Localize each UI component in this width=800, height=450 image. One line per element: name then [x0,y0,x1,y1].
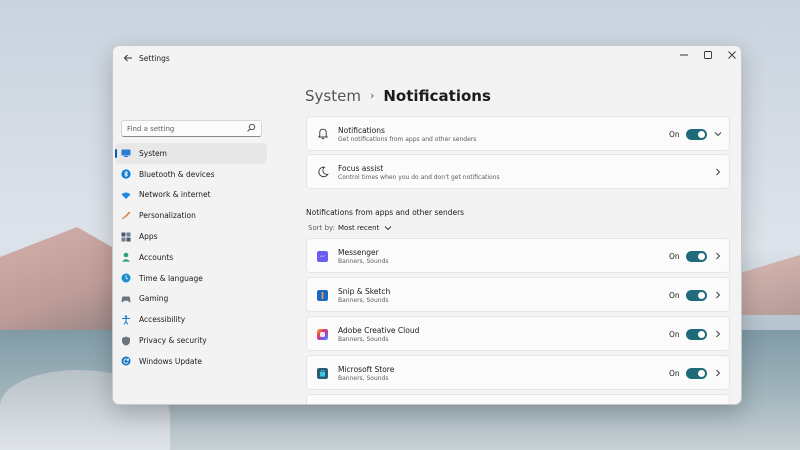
maximize-button[interactable] [699,50,717,66]
notifications-subtitle: Get notifications from apps and other se… [338,136,477,143]
sort-value: Most recent [338,224,380,232]
breadcrumb-separator: › [369,89,375,102]
notifications-title: Notifications [338,126,385,135]
chevron-right-icon[interactable] [714,330,722,338]
app-name: Messenger [338,248,379,257]
sidebar-item-label: System [139,148,167,158]
app-row-adobe-creative-cloud[interactable]: Adobe Creative Cloud Banners, Sounds On [306,316,730,351]
snip-sketch-icon [317,290,328,301]
wifi-icon [121,192,131,199]
notifications-toggle-label: On [669,130,680,139]
app-detail: Banners, Sounds [338,336,389,343]
app-toggle[interactable] [686,251,707,262]
app-detail: Banners, Sounds [338,297,389,304]
breadcrumb-parent[interactable]: System [305,87,361,105]
chevron-right-icon[interactable] [714,252,722,260]
sidebar-item-network[interactable]: Network & internet [115,185,267,206]
app-toggle-label: On [669,330,680,339]
sidebar-item-label: Apps [139,232,158,242]
chevron-right-icon[interactable] [714,369,722,377]
title-bar: Settings [113,46,741,74]
store-icon [317,368,328,379]
sidebar-item-time-language[interactable]: Time & language [115,268,267,289]
sidebar-item-privacy[interactable]: Privacy & security [115,330,267,351]
brush-icon [122,211,131,220]
sidebar-item-personalization[interactable]: Personalization [115,205,267,226]
app-name: Adobe Creative Cloud [338,326,420,335]
search-icon[interactable] [246,123,256,133]
sidebar-item-bluetooth[interactable]: Bluetooth & devices [115,164,267,185]
sidebar-item-apps[interactable]: Apps [115,226,267,247]
desktop-hill-right [740,255,800,315]
search-input[interactable] [127,122,242,135]
monitor-icon [121,149,131,158]
sidebar-item-label: Gaming [139,294,169,304]
sidebar-item-system[interactable]: System [115,143,267,164]
app-toggle-label: On [669,369,680,378]
focus-assist-subtitle: Control times when you do and don't get … [338,174,500,181]
sidebar-item-accessibility[interactable]: Accessibility [115,309,267,330]
notifications-setting-card[interactable]: Notifications Get notifications from app… [306,116,730,151]
app-row-snip-sketch[interactable]: Snip & Sketch Banners, Sounds On [306,277,730,312]
sidebar-item-label: Privacy & security [139,336,207,346]
person-icon [121,253,131,262]
creative-cloud-icon [317,329,328,340]
sidebar-item-label: Accounts [139,252,174,262]
sidebar-nav: System Bluetooth & devices Network & int… [115,143,267,372]
sidebar-item-label: Bluetooth & devices [139,169,215,179]
sidebar-item-label: Time & language [139,273,203,283]
app-toggle[interactable] [686,290,707,301]
moon-icon [318,166,329,178]
app-row-partial[interactable] [306,394,730,404]
maximize-icon [704,51,712,59]
app-toggle-label: On [669,252,680,261]
messenger-icon [317,251,328,262]
controller-icon [121,296,131,303]
chevron-down-icon [385,226,392,231]
page-title: Notifications [383,87,491,105]
close-icon [728,51,736,59]
minimize-button[interactable] [675,50,693,66]
app-row-microsoft-store[interactable]: Microsoft Store Banners, Sounds On [306,355,730,390]
app-detail: Banners, Sounds [338,375,389,382]
window-title: Settings [139,54,170,63]
chevron-right-icon[interactable] [714,168,722,176]
sidebar-item-gaming[interactable]: Gaming [115,289,267,310]
app-toggle[interactable] [686,329,707,340]
search-box[interactable] [121,120,262,137]
bluetooth-icon [121,169,131,179]
sidebar-item-accounts[interactable]: Accounts [115,247,267,268]
app-detail: Banners, Sounds [338,258,389,265]
app-row-messenger[interactable]: Messenger Banners, Sounds On [306,238,730,273]
bell-icon [317,128,329,140]
minimize-icon [680,54,688,56]
sort-dropdown[interactable]: Sort by: Most recent [308,224,392,232]
app-name: Snip & Sketch [338,287,391,296]
sidebar-item-label: Accessibility [139,315,186,325]
back-button[interactable] [121,53,135,67]
breadcrumb: System › Notifications [305,87,491,109]
chevron-right-icon[interactable] [714,291,722,299]
app-toggle[interactable] [686,368,707,379]
app-name: Microsoft Store [338,365,395,374]
back-arrow-icon [123,54,132,62]
chevron-down-icon[interactable] [714,130,722,138]
settings-window: Settings System Bluetooth & [112,45,742,405]
accessibility-icon [122,315,130,325]
app-toggle-label: On [669,291,680,300]
apps-icon [121,232,131,242]
sidebar-item-label: Network & internet [139,190,211,200]
shield-icon [122,336,130,346]
update-icon [121,356,131,366]
notifications-toggle[interactable] [686,129,707,140]
apps-section-title: Notifications from apps and other sender… [306,208,465,217]
focus-assist-card[interactable]: Focus assist Control times when you do a… [306,154,730,189]
globe-clock-icon [121,273,131,283]
sidebar-item-label: Windows Update [139,356,203,366]
focus-assist-title: Focus assist [338,164,384,173]
sort-label: Sort by: [308,224,336,232]
sidebar-item-label: Personalization [139,211,196,221]
close-button[interactable] [723,50,741,66]
sidebar-item-windows-update[interactable]: Windows Update [115,351,267,372]
